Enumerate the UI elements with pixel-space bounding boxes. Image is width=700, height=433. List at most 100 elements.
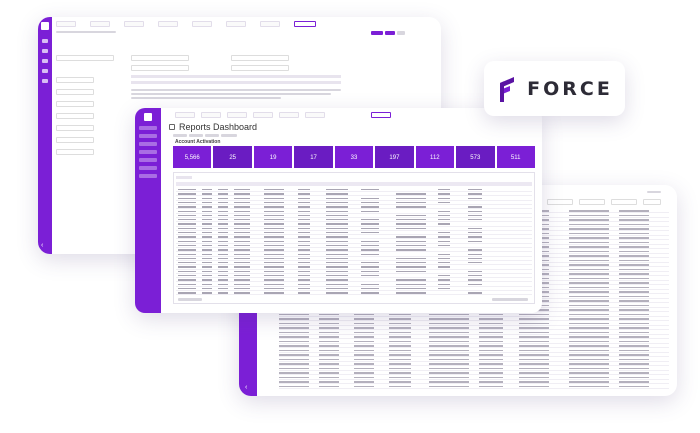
menu-icon[interactable] bbox=[42, 39, 48, 43]
table-cell bbox=[569, 250, 609, 253]
form-field[interactable] bbox=[56, 55, 114, 61]
filter-chip[interactable] bbox=[221, 134, 237, 137]
toolbar-button[interactable] bbox=[371, 31, 383, 35]
menu-icon[interactable] bbox=[42, 49, 48, 53]
kpi-tile[interactable]: 19 bbox=[253, 146, 293, 168]
table-cell bbox=[479, 322, 503, 325]
pagination[interactable] bbox=[492, 298, 528, 301]
filter-chip[interactable] bbox=[205, 134, 219, 137]
grid-cell bbox=[298, 197, 310, 199]
toolbar-button[interactable] bbox=[397, 31, 405, 35]
editor-tab-active[interactable] bbox=[294, 21, 316, 27]
editor-tab[interactable] bbox=[226, 21, 246, 27]
table-row[interactable] bbox=[279, 385, 669, 389]
sidebar-item[interactable] bbox=[139, 134, 157, 138]
kpi-tile[interactable]: 112 bbox=[415, 146, 455, 168]
grid-cell bbox=[396, 201, 426, 204]
dashboard-tab[interactable] bbox=[175, 112, 195, 118]
dashboard-tab[interactable] bbox=[279, 112, 299, 118]
page-title: Reports Dashboard bbox=[179, 122, 258, 132]
form-field[interactable] bbox=[56, 77, 94, 83]
editor-tab[interactable] bbox=[260, 21, 280, 27]
filter-chip[interactable] bbox=[173, 134, 187, 137]
kpi-tile[interactable]: 573 bbox=[456, 146, 495, 168]
grid-cell bbox=[361, 275, 379, 277]
grid-cell bbox=[298, 287, 310, 290]
grid-cell bbox=[178, 287, 196, 290]
table-cell bbox=[569, 340, 609, 343]
grid-cell bbox=[202, 257, 212, 260]
kpi-tile[interactable]: 17 bbox=[294, 146, 333, 168]
dashboard-tab[interactable] bbox=[227, 112, 247, 118]
kpi-tile[interactable]: 5,566 bbox=[173, 146, 212, 168]
editor-tab[interactable] bbox=[158, 21, 178, 27]
form-field[interactable] bbox=[56, 101, 94, 107]
editor-tab[interactable] bbox=[124, 21, 144, 27]
grid-cell bbox=[438, 214, 450, 217]
form-field[interactable] bbox=[231, 55, 289, 61]
sidebar-item[interactable] bbox=[139, 142, 157, 146]
chevron-left-icon[interactable]: ‹ bbox=[41, 242, 43, 249]
menu-icon[interactable] bbox=[42, 69, 48, 73]
kpi-tile[interactable]: 511 bbox=[496, 146, 535, 168]
grid-cell bbox=[298, 236, 310, 238]
editor-tab[interactable] bbox=[56, 21, 76, 27]
sidebar-item[interactable] bbox=[139, 174, 157, 178]
dashboard-tab[interactable] bbox=[305, 112, 325, 118]
toolbar-button[interactable] bbox=[647, 191, 661, 193]
grid-cell bbox=[264, 214, 284, 217]
dashboard-tab-active[interactable] bbox=[371, 112, 391, 118]
form-field[interactable] bbox=[131, 65, 189, 71]
table-cell bbox=[519, 313, 549, 316]
grid-cell bbox=[326, 189, 348, 191]
table-cell bbox=[279, 376, 309, 379]
column-filter[interactable] bbox=[611, 199, 637, 205]
grid-row[interactable] bbox=[176, 291, 532, 296]
grid-cell bbox=[234, 266, 250, 268]
filter-chip[interactable] bbox=[189, 134, 203, 137]
grid-cell bbox=[178, 240, 196, 242]
form-field[interactable] bbox=[231, 65, 289, 71]
form-field[interactable] bbox=[131, 55, 189, 61]
kpi-tile[interactable]: 197 bbox=[375, 146, 414, 168]
dashboard-tab[interactable] bbox=[253, 112, 273, 118]
column-filter[interactable] bbox=[547, 199, 573, 205]
sidebar-item[interactable] bbox=[139, 126, 157, 130]
grid-cell bbox=[298, 249, 310, 251]
grid-cell bbox=[326, 201, 348, 204]
editor-tab[interactable] bbox=[192, 21, 212, 27]
form-field[interactable] bbox=[56, 137, 94, 143]
column-filter[interactable] bbox=[579, 199, 605, 205]
table-cell bbox=[429, 318, 469, 320]
form-field[interactable] bbox=[56, 113, 94, 119]
grid-cell bbox=[396, 206, 426, 208]
dashboard-tab[interactable] bbox=[201, 112, 221, 118]
form-field[interactable] bbox=[56, 149, 94, 155]
grid-cell bbox=[218, 266, 228, 268]
grid-cell bbox=[361, 232, 379, 234]
editor-tab[interactable] bbox=[90, 21, 110, 27]
kpi-tile[interactable]: 25 bbox=[213, 146, 252, 168]
sidebar-item[interactable] bbox=[139, 150, 157, 154]
grid-cell bbox=[202, 189, 212, 191]
chevron-left-icon[interactable]: ‹ bbox=[245, 384, 247, 391]
grid-cell bbox=[361, 223, 379, 225]
menu-icon[interactable] bbox=[42, 59, 48, 63]
sidebar-item[interactable] bbox=[139, 158, 157, 162]
grid-cell bbox=[234, 210, 250, 212]
kpi-tile[interactable]: 33 bbox=[334, 146, 374, 168]
form-field[interactable] bbox=[56, 125, 94, 131]
column-filter[interactable] bbox=[643, 199, 661, 205]
grid-cell bbox=[264, 232, 284, 234]
form-field[interactable] bbox=[56, 89, 94, 95]
sidebar-item[interactable] bbox=[139, 166, 157, 170]
table-cell bbox=[569, 327, 609, 329]
table-cell bbox=[569, 219, 609, 221]
grid-icon bbox=[169, 124, 175, 130]
grid-cell bbox=[438, 275, 450, 277]
grid-cell bbox=[361, 201, 379, 204]
grid-cell bbox=[361, 219, 379, 221]
toolbar-button[interactable] bbox=[385, 31, 395, 35]
menu-icon[interactable] bbox=[42, 79, 48, 83]
grid-cell bbox=[438, 287, 450, 290]
